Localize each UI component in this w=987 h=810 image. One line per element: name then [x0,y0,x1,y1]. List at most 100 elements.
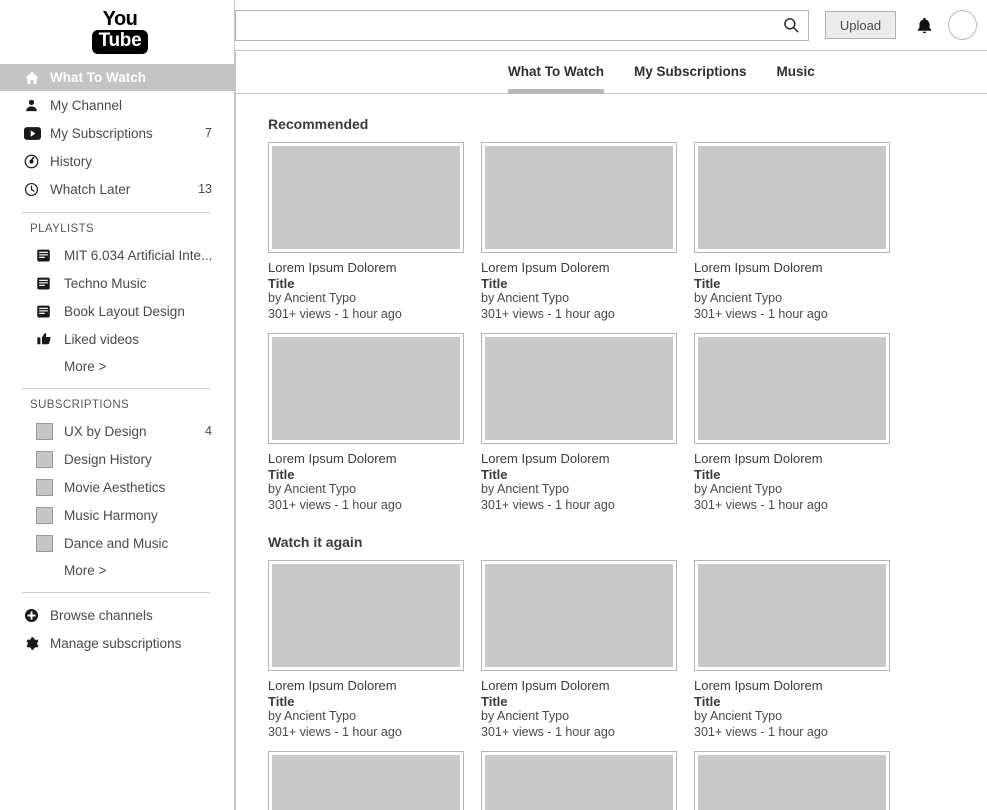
sidebar-item-watch-later[interactable]: Whatch Later 13 [0,175,234,203]
video-card[interactable] [268,751,475,810]
channel-avatar-icon [36,534,64,552]
video-title: Lorem Ipsum Dolorem Title [268,678,428,709]
sidebar-item-my-channel[interactable]: My Channel [0,91,234,119]
playlist-label: Liked videos [64,331,140,347]
sidebar-label: My Subscriptions [50,125,153,141]
video-meta: 301+ views - 1 hour ago [268,497,402,512]
video-title: Lorem Ipsum Dolorem Title [268,260,428,291]
video-card[interactable]: Lorem Ipsum Dolorem Title by Ancient Typ… [694,560,901,740]
video-meta: 301+ views - 1 hour ago [694,497,828,512]
section-heading-watch-it-again: Watch it again [268,534,363,550]
avatar[interactable] [947,10,978,40]
video-channel: by Ancient Typo [268,709,357,723]
video-title: Lorem Ipsum Dolorem Title [481,260,641,291]
video-title-line1: Lorem Ipsum Dolorem [694,451,823,466]
video-card[interactable]: Lorem Ipsum Dolorem Title by Ancient Typ… [268,142,475,322]
sidebar-item-browse-channels[interactable]: Browse channels [0,601,234,629]
subscription-item-dance-and-music[interactable]: Dance and Music [0,529,234,557]
subscription-item-movie-aesthetics[interactable]: Movie Aesthetics [0,473,234,501]
playlist-label: MIT 6.034 Artificial Inte... [64,247,212,263]
sidebar-label: Whatch Later [50,181,131,197]
video-thumbnail[interactable] [268,560,464,671]
subscriptions-more-link[interactable]: More > [0,557,234,583]
video-title-line1: Lorem Ipsum Dolorem [694,260,823,275]
playlist-item-liked-videos[interactable]: Liked videos [0,325,234,353]
upload-button[interactable]: Upload [824,11,897,39]
video-row: Lorem Ipsum Dolorem Title by Ancient Typ… [268,333,987,513]
bell-icon[interactable] [914,13,936,37]
search-input[interactable] [246,10,782,40]
subscriptions-count: 7 [205,126,212,140]
playlist-icon [36,276,64,291]
content-panel: What To Watch My Subscriptions Music Rec… [235,50,987,810]
video-title-line2: Title [694,693,721,709]
video-title-line2: Title [268,275,295,291]
playlists-more-link[interactable]: More > [0,353,234,379]
video-card[interactable]: Lorem Ipsum Dolorem Title by Ancient Typ… [481,560,688,740]
video-meta: 301+ views - 1 hour ago [694,724,828,739]
channel-avatar-icon [36,422,64,440]
video-channel: by Ancient Typo [481,709,570,723]
watch-later-count: 13 [198,182,212,196]
video-channel: by Ancient Typo [694,709,783,723]
main-area: Upload What To Watch My Subscriptions Mu… [235,0,987,810]
sidebar-item-history[interactable]: History [0,147,234,175]
playlists-heading: PLAYLISTS [30,223,95,235]
sidebar-item-what-to-watch[interactable]: What To Watch [0,64,234,91]
video-thumbnail[interactable] [694,751,890,810]
playlist-item-book-layout-design[interactable]: Book Layout Design [0,297,234,325]
video-title: Lorem Ipsum Dolorem Title [694,451,854,482]
video-card[interactable] [694,751,901,810]
video-channel: by Ancient Typo [481,482,570,496]
video-meta: 301+ views - 1 hour ago [268,724,402,739]
video-card[interactable]: Lorem Ipsum Dolorem Title by Ancient Typ… [481,333,688,513]
video-thumbnail[interactable] [268,751,464,810]
subscriptions-heading: SUBSCRIPTIONS [30,399,130,411]
sidebar-label: Browse channels [50,607,153,623]
video-thumbnail[interactable] [481,560,677,671]
video-row: Lorem Ipsum Dolorem Title by Ancient Typ… [268,560,987,740]
video-thumbnail[interactable] [481,333,677,444]
video-title-line1: Lorem Ipsum Dolorem [481,451,610,466]
tab-what-to-watch[interactable]: What To Watch [508,51,604,94]
video-meta: 301+ views - 1 hour ago [481,306,615,321]
tab-bar: What To Watch My Subscriptions Music [236,51,987,94]
subscription-item-music-harmony[interactable]: Music Harmony [0,501,234,529]
search-box[interactable] [235,9,809,41]
video-channel: by Ancient Typo [268,291,357,305]
video-thumbnail[interactable] [268,333,464,444]
video-thumbnail[interactable] [268,142,464,253]
video-thumbnail[interactable] [694,333,890,444]
video-thumbnail[interactable] [481,751,677,810]
video-title: Lorem Ipsum Dolorem Title [481,678,641,709]
video-thumbnail[interactable] [481,142,677,253]
video-meta: 301+ views - 1 hour ago [268,306,402,321]
subscription-item-ux-by-design[interactable]: UX by Design 4 [0,417,234,445]
sidebar-item-my-subscriptions[interactable]: My Subscriptions 7 [0,119,234,147]
search-icon[interactable] [782,16,800,34]
subscription-count: 4 [205,424,212,438]
video-thumbnail[interactable] [694,560,890,671]
video-title-line2: Title [481,275,508,291]
person-icon [24,98,50,113]
video-card[interactable]: Lorem Ipsum Dolorem Title by Ancient Typ… [268,560,475,740]
video-title-line2: Title [481,466,508,482]
playlist-icon [36,248,64,263]
subscriptions-list: UX by Design 4 Design History Movie Aest… [0,417,234,583]
video-card[interactable]: Lorem Ipsum Dolorem Title by Ancient Typ… [268,333,475,513]
tab-my-subscriptions[interactable]: My Subscriptions [634,51,747,94]
youtube-logo[interactable]: You Tube [0,0,234,62]
subscription-item-design-history[interactable]: Design History [0,445,234,473]
video-card[interactable]: Lorem Ipsum Dolorem Title by Ancient Typ… [694,142,901,322]
video-card[interactable]: Lorem Ipsum Dolorem Title by Ancient Typ… [481,142,688,322]
sidebar-item-manage-subscriptions[interactable]: Manage subscriptions [0,629,234,657]
video-card[interactable]: Lorem Ipsum Dolorem Title by Ancient Typ… [694,333,901,513]
playlist-item-techno-music[interactable]: Techno Music [0,269,234,297]
tab-music[interactable]: Music [777,51,815,94]
playlist-label: Techno Music [64,275,147,291]
compass-icon [24,154,50,169]
video-title-line1: Lorem Ipsum Dolorem [481,678,610,693]
video-thumbnail[interactable] [694,142,890,253]
playlist-item-mit[interactable]: MIT 6.034 Artificial Inte... [0,241,234,269]
video-card[interactable] [481,751,688,810]
